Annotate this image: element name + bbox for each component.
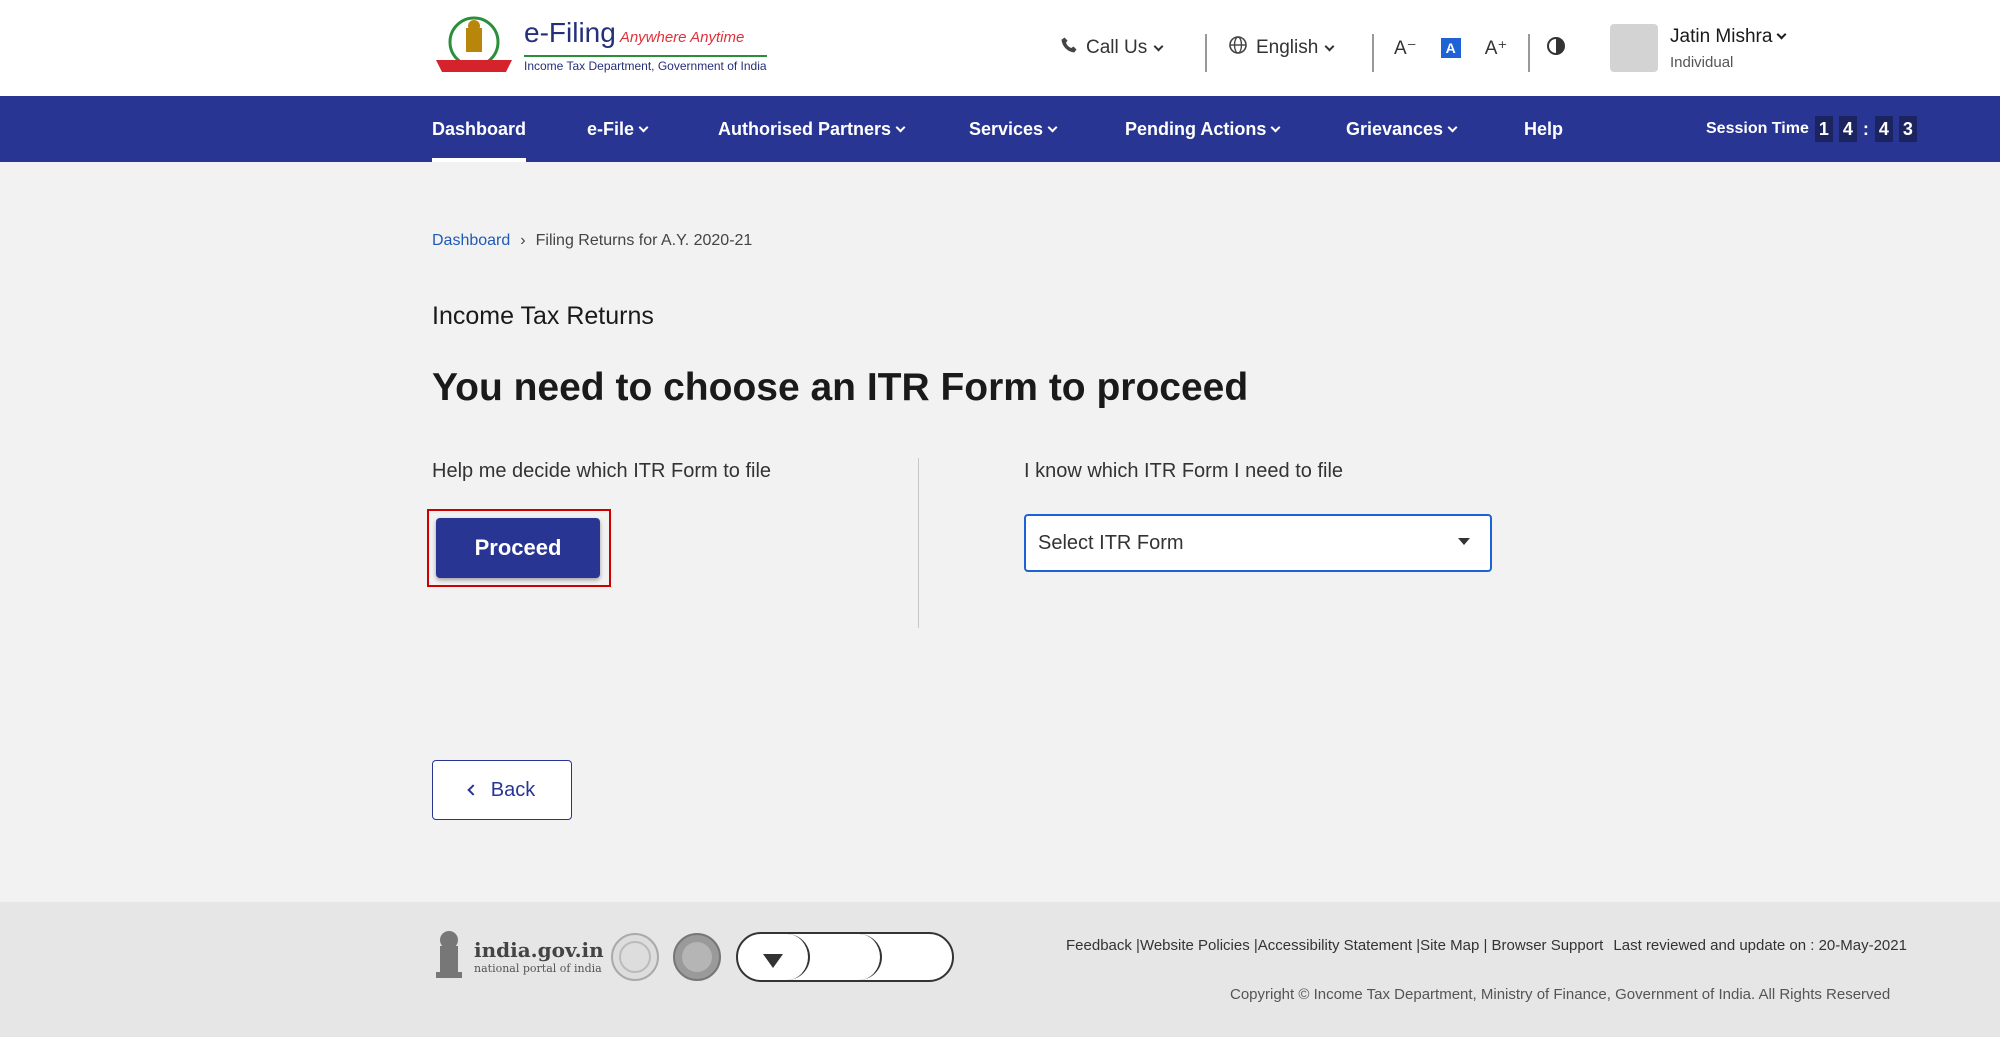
chevron-down-icon bbox=[1776, 29, 1787, 40]
breadcrumb: Dashboard › Filing Returns for A.Y. 2020… bbox=[432, 232, 752, 250]
accessibility-statement-link[interactable]: Accessibility Statement | bbox=[1258, 937, 1420, 954]
last-reviewed-text: Last reviewed and update on : 20-May-202… bbox=[1613, 937, 1907, 954]
national-emblem-icon bbox=[432, 928, 466, 984]
india-gov-logo[interactable]: india.gov.in national portal of india bbox=[432, 928, 604, 984]
session-digit: 3 bbox=[1898, 116, 1917, 142]
user-role: Individual bbox=[1670, 53, 1734, 71]
phone-icon bbox=[1060, 36, 1078, 60]
back-button[interactable]: Back bbox=[432, 760, 572, 820]
avatar bbox=[1610, 24, 1658, 72]
nav-grievances[interactable]: Grievances bbox=[1346, 96, 1458, 162]
iso-badge-icon bbox=[882, 934, 952, 980]
cqw-badge-icon bbox=[610, 932, 660, 982]
chevron-left-icon bbox=[467, 784, 479, 796]
chevron-down-icon bbox=[1447, 122, 1458, 132]
main-nav: Dashboard e-File Authorised Partners Ser… bbox=[0, 96, 2000, 162]
chevron-down-icon bbox=[1153, 41, 1164, 51]
chevron-down-icon bbox=[895, 122, 906, 132]
session-colon: : bbox=[1862, 118, 1869, 139]
breadcrumb-separator: › bbox=[520, 232, 526, 249]
nav-services[interactable]: Services bbox=[969, 96, 1058, 162]
session-label: Session Time bbox=[1706, 120, 1809, 137]
header-divider bbox=[1528, 34, 1530, 72]
proceed-button[interactable]: Proceed bbox=[436, 518, 600, 578]
nav-efile[interactable]: e-File bbox=[587, 96, 649, 162]
section-title: Income Tax Returns bbox=[432, 302, 654, 330]
website-policies-link[interactable]: Website Policies | bbox=[1140, 937, 1258, 954]
itr-form-select-value: Select ITR Form bbox=[1038, 531, 1184, 554]
iso-badge-icon bbox=[738, 934, 810, 980]
chevron-down-icon bbox=[638, 122, 649, 132]
font-normal-button[interactable]: A bbox=[1440, 38, 1461, 58]
call-us-label: Call Us bbox=[1086, 37, 1148, 58]
nav-help[interactable]: Help bbox=[1524, 96, 1563, 162]
session-digit: 4 bbox=[1838, 116, 1857, 142]
efiling-logo[interactable]: e-Filing Anywhere Anytime Income Tax Depa… bbox=[430, 14, 767, 76]
logo-tagline: Anywhere Anytime bbox=[619, 28, 745, 46]
user-name: Jatin Mishra bbox=[1670, 25, 1773, 47]
footer: india.gov.in national portal of india Fe… bbox=[0, 902, 2000, 1037]
site-map-link[interactable]: Site Map | bbox=[1420, 937, 1487, 954]
page-title: You need to choose an ITR Form to procee… bbox=[432, 366, 1249, 409]
income-tax-emblem-icon bbox=[430, 14, 518, 76]
contrast-toggle[interactable] bbox=[1546, 0, 1566, 96]
nav-dashboard[interactable]: Dashboard bbox=[432, 96, 527, 162]
user-menu[interactable]: Jatin Mishra Individual bbox=[1610, 0, 1787, 96]
copyright-text: Copyright © Income Tax Department, Minis… bbox=[1230, 986, 1891, 1003]
chevron-down-icon bbox=[1270, 122, 1281, 132]
logo-title: e-Filing bbox=[524, 16, 616, 48]
chevron-down-icon bbox=[1047, 122, 1058, 132]
caret-down-icon bbox=[1458, 538, 1470, 545]
iso-certification-badges bbox=[736, 932, 954, 982]
language-dropdown[interactable]: English bbox=[1228, 0, 1335, 96]
india-gov-subtitle: national portal of india bbox=[474, 961, 602, 975]
session-timer: Session Time 1 4 : 4 3 bbox=[1706, 96, 1917, 162]
help-decide-label: Help me decide which ITR Form to file bbox=[432, 460, 772, 482]
font-decrease-button[interactable]: A⁻ bbox=[1394, 37, 1417, 60]
session-digit: 4 bbox=[1874, 116, 1893, 142]
breadcrumb-current: Filing Returns for A.Y. 2020-21 bbox=[535, 232, 753, 249]
call-us-dropdown[interactable]: Call Us bbox=[1060, 0, 1164, 96]
header-divider bbox=[1205, 34, 1207, 72]
india-gov-title: india.gov.in bbox=[474, 937, 604, 962]
breadcrumb-dashboard-link[interactable]: Dashboard bbox=[432, 232, 510, 250]
iso-badge-icon bbox=[810, 934, 882, 980]
itr-form-select[interactable]: Select ITR Form bbox=[1024, 514, 1492, 572]
font-size-controls: A⁻ A A⁺ bbox=[1394, 0, 1507, 96]
column-divider bbox=[918, 458, 919, 628]
contrast-icon bbox=[1546, 36, 1566, 61]
session-digit: 1 bbox=[1814, 116, 1833, 142]
globe-icon bbox=[1228, 35, 1248, 61]
header-divider bbox=[1372, 34, 1374, 72]
back-label: Back bbox=[490, 778, 536, 801]
chevron-down-icon bbox=[1324, 41, 1335, 51]
logo-subtitle: Income Tax Department, Government of Ind… bbox=[524, 54, 767, 73]
browser-support-link[interactable]: Browser Support bbox=[1492, 937, 1604, 954]
font-increase-button[interactable]: A⁺ bbox=[1485, 37, 1508, 60]
nav-authorised-partners[interactable]: Authorised Partners bbox=[718, 96, 906, 162]
footer-links: Feedback |Website Policies |Accessibilit… bbox=[1066, 932, 1932, 959]
nav-pending-actions[interactable]: Pending Actions bbox=[1125, 96, 1281, 162]
entrust-badge-icon bbox=[672, 932, 722, 982]
top-header: e-Filing Anywhere Anytime Income Tax Depa… bbox=[0, 0, 2000, 96]
know-form-label: I know which ITR Form I need to file bbox=[1024, 460, 1344, 482]
feedback-link[interactable]: Feedback | bbox=[1066, 937, 1140, 954]
language-label: English bbox=[1256, 37, 1319, 58]
